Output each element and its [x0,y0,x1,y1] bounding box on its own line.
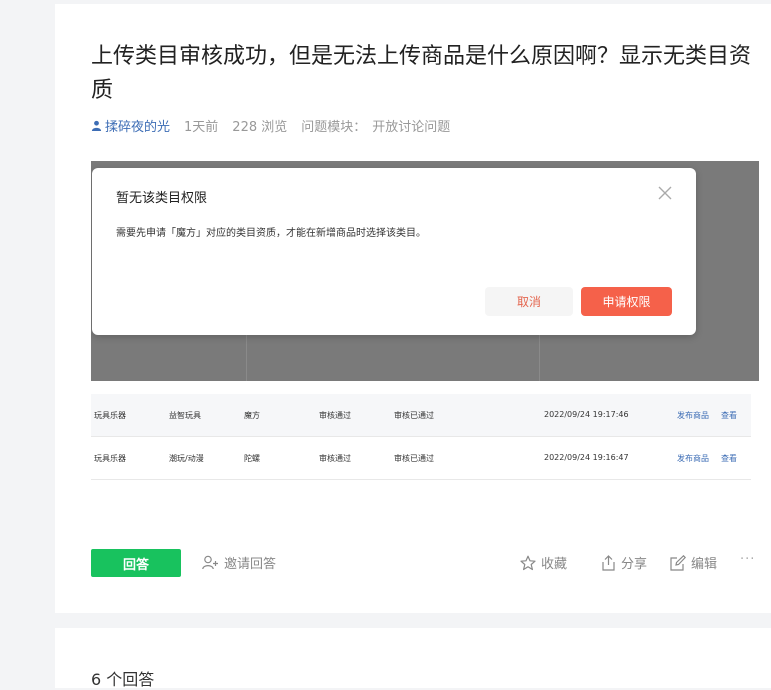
cell-category: 玩具乐器 [94,411,126,420]
cell-review: 审核已通过 [394,411,434,420]
answers-card: 6 个回答 [55,628,771,689]
cell-category: 玩具乐器 [94,454,126,463]
question-meta: 揉碎夜的光 1天前 228 浏览 问题模块： 开放讨论问题 [91,116,450,135]
cancel-button[interactable]: 取消 [485,287,573,316]
invite-answer-button[interactable]: 邀请回答 [202,553,276,572]
cell-subcategory: 益智玩具 [169,411,201,420]
more-button[interactable]: ··· [740,552,755,567]
author-name: 揉碎夜的光 [105,120,171,135]
view-link[interactable]: 查看 [721,410,737,421]
question-card: 上传类目审核成功，但是无法上传商品是什么原因啊？显示无类目资质 揉碎夜的光 1天… [55,4,771,613]
table-row: 玩具乐器 潮玩/动漫 陀螺 审核通过 审核已通过 2022/09/24 19:1… [91,437,751,480]
answers-count: 6 个回答 [91,670,155,689]
cell-status: 审核通过 [319,411,351,420]
table-row: 玩具乐器 益智玩具 魔方 审核通过 审核已通过 2022/09/24 19:17… [91,394,751,437]
permission-dialog: 暂无该类目权限 需要先申请「魔方」对应的类目资质，才能在新增商品时选择该类目。 … [92,168,696,335]
cell-status: 审核通过 [319,454,351,463]
star-icon [520,555,536,570]
module-value[interactable]: 开放讨论问题 [372,116,450,135]
post-time: 1天前 [184,120,219,135]
view-link[interactable]: 查看 [721,453,737,464]
collect-label: 收藏 [541,557,568,572]
view-count: 228 浏览 [232,120,288,135]
close-icon[interactable] [656,184,674,202]
publish-link[interactable]: 发布商品 [677,453,709,464]
collect-button[interactable]: 收藏 [520,553,567,572]
question-screenshot: 暂无该类目权限 需要先申请「魔方」对应的类目资质，才能在新增商品时选择该类目。 … [91,161,759,486]
edit-button[interactable]: 编辑 [670,553,717,572]
question-title: 上传类目审核成功，但是无法上传商品是什么原因啊？显示无类目资质 [91,44,752,103]
module-label: 问题模块： [301,120,367,135]
cell-subcategory: 潮玩/动漫 [169,454,204,463]
cell-time: 2022/09/24 19:16:47 [544,453,629,462]
share-label: 分享 [621,557,648,572]
cell-time: 2022/09/24 19:17:46 [544,410,629,419]
answer-button[interactable]: 回答 [91,549,181,577]
cell-leaf: 魔方 [244,411,260,420]
cell-review: 审核已通过 [394,454,434,463]
edit-label: 编辑 [691,557,718,572]
author-link[interactable]: 揉碎夜的光 [91,116,170,135]
invite-user-icon [202,555,218,570]
cell-leaf: 陀螺 [244,454,260,463]
user-icon [91,120,102,131]
invite-label: 邀请回答 [224,557,277,572]
dialog-title: 暂无该类目权限 [116,191,208,206]
share-icon [602,554,615,571]
edit-icon [670,554,686,571]
publish-link[interactable]: 发布商品 [677,410,709,421]
dialog-message: 需要先申请「魔方」对应的类目资质，才能在新增商品时选择该类目。 [116,228,426,239]
apply-permission-button[interactable]: 申请权限 [581,287,672,316]
share-button[interactable]: 分享 [601,553,647,572]
